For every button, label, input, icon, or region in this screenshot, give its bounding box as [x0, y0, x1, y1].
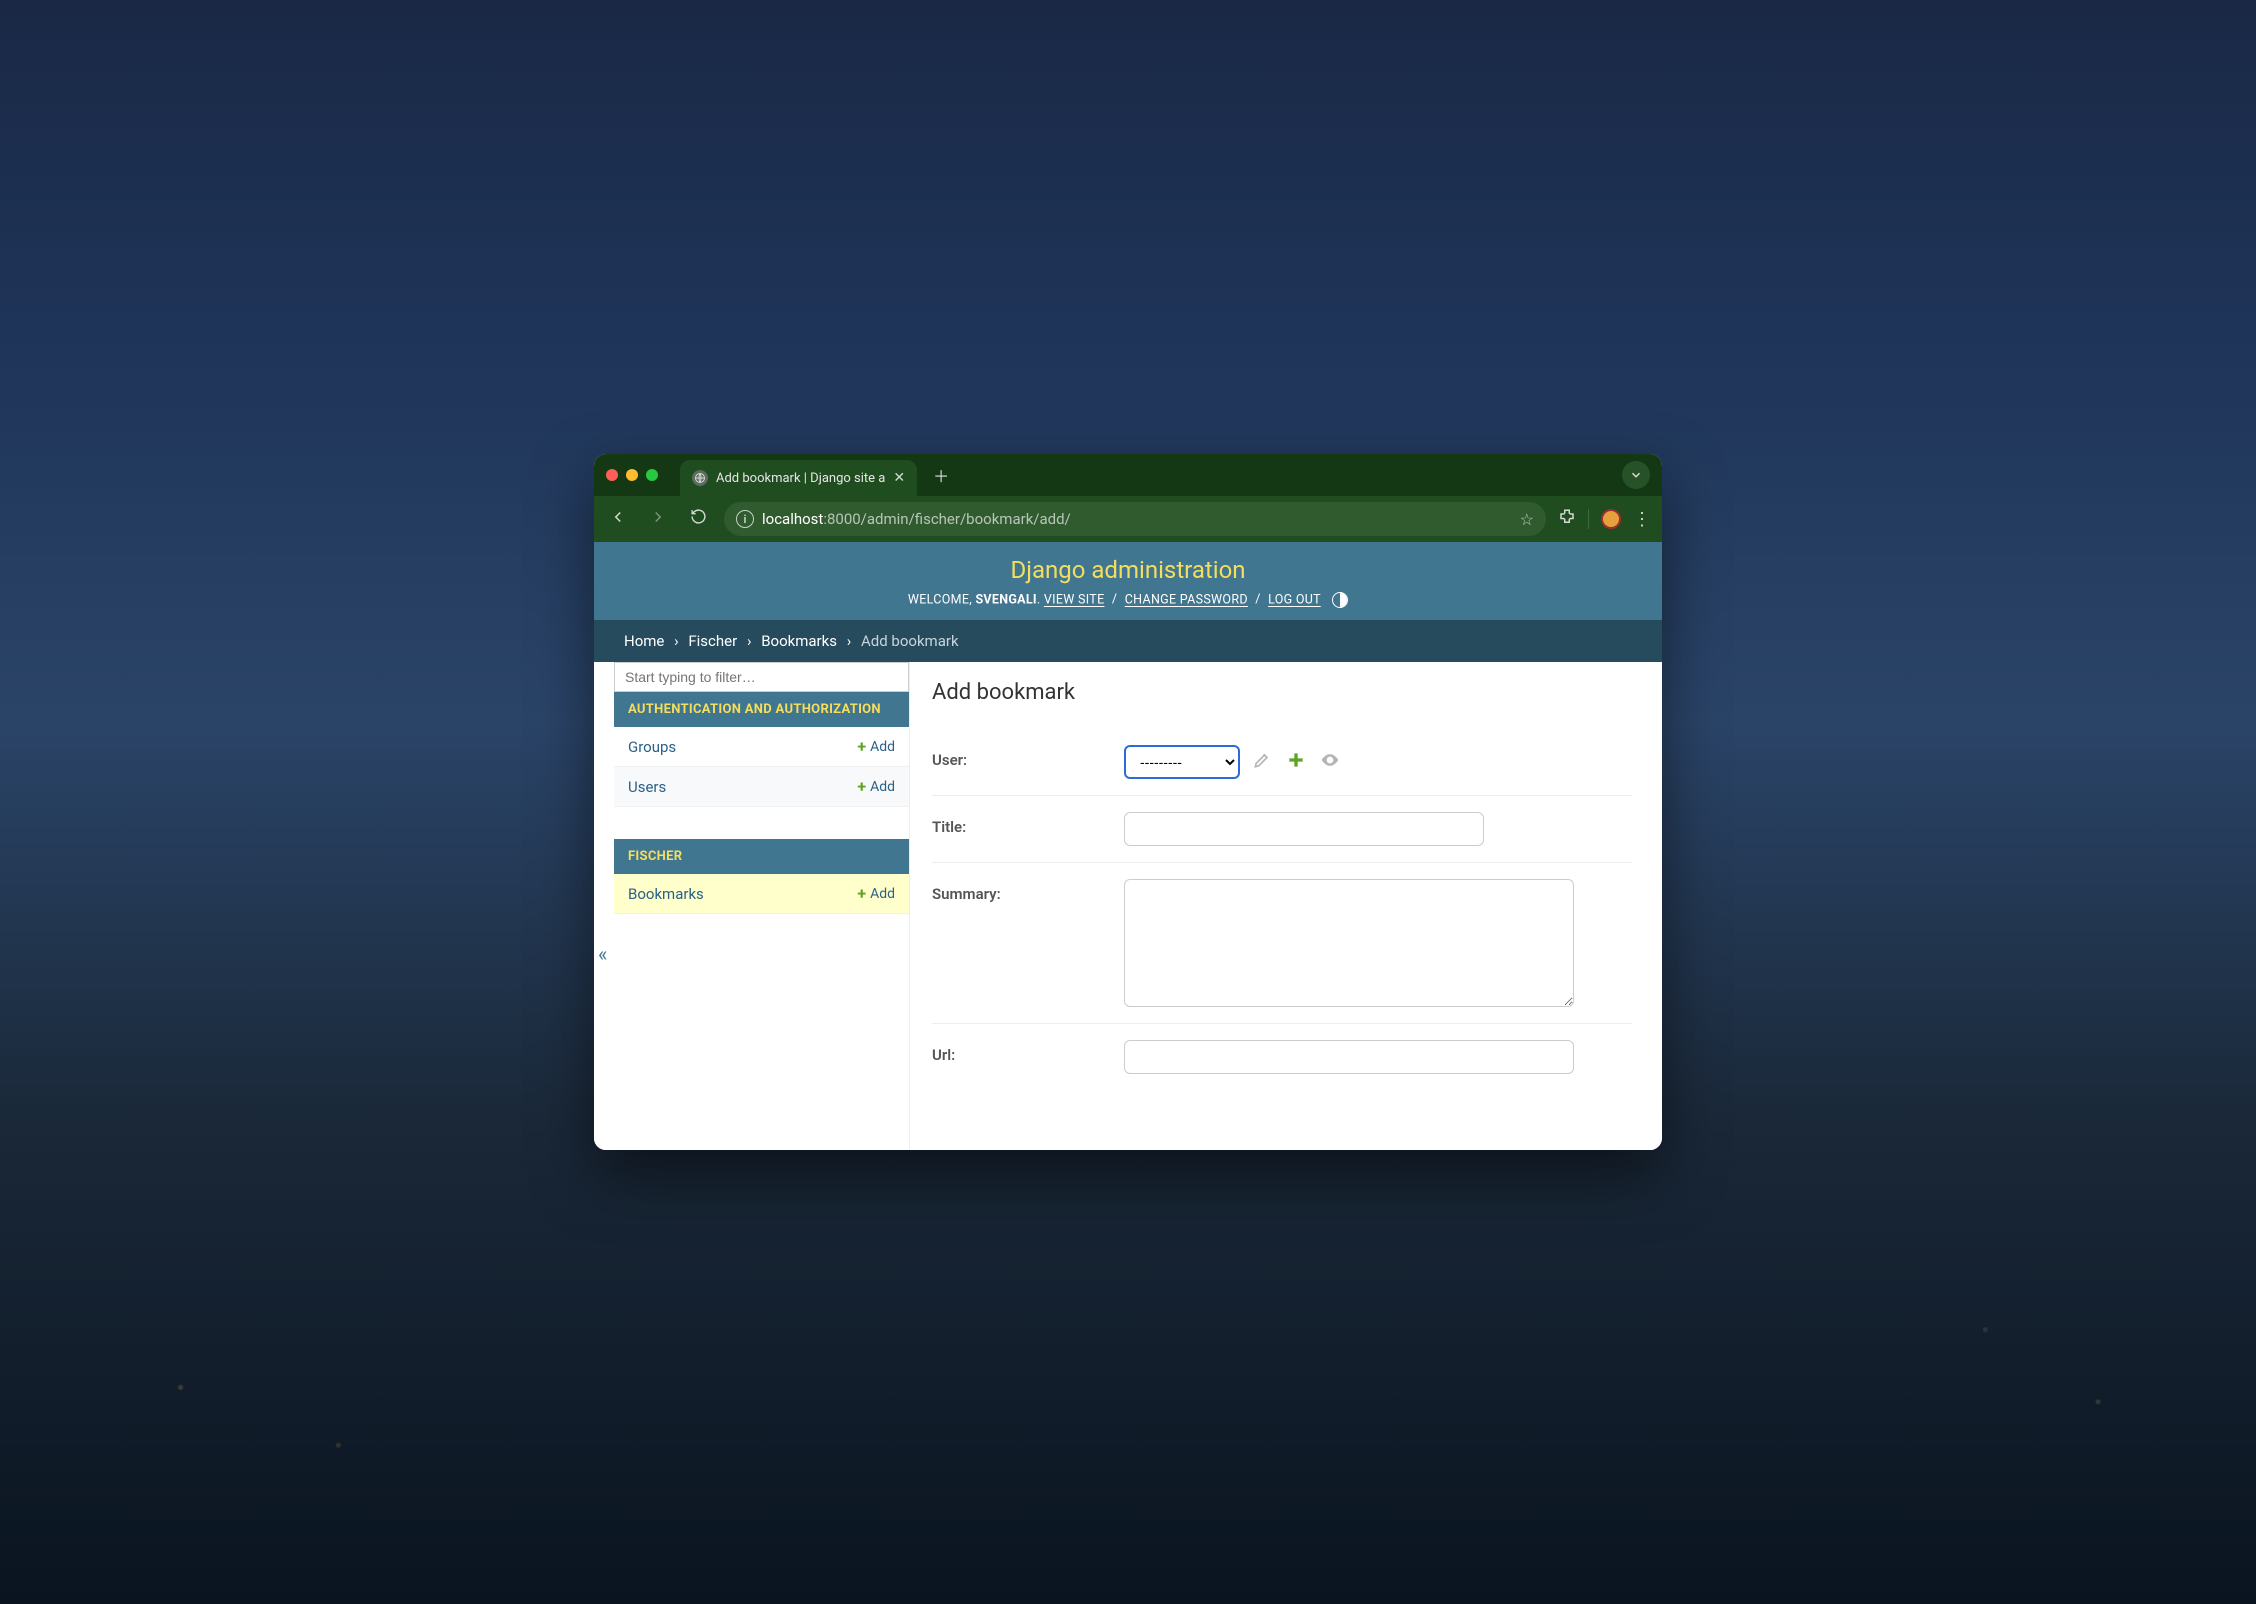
related-widget-tools	[1252, 750, 1340, 774]
users-link[interactable]: Users	[628, 778, 666, 796]
profile-avatar[interactable]	[1601, 509, 1621, 529]
bookmark-star-icon[interactable]: ☆	[1520, 510, 1534, 529]
sidebar-item-users: Users +Add	[614, 767, 909, 807]
minimize-window-button[interactable]	[626, 469, 638, 481]
address-bar[interactable]: i localhost:8000/admin/fischer/bookmark/…	[724, 502, 1546, 536]
window-controls	[606, 469, 658, 481]
view-site-link[interactable]: VIEW SITE	[1044, 592, 1105, 607]
breadcrumb-model[interactable]: Bookmarks	[761, 632, 837, 650]
summary-label: Summary:	[932, 879, 1108, 903]
welcome-text: WELCOME,	[908, 592, 972, 607]
module-caption-fischer: FISCHER	[614, 839, 909, 874]
sidebar-item-groups: Groups +Add	[614, 727, 909, 767]
nav-sidebar: AUTHENTICATION AND AUTHORIZATION Groups …	[594, 662, 910, 1150]
breadcrumb-home[interactable]: Home	[624, 632, 664, 650]
browser-toolbar: i localhost:8000/admin/fischer/bookmark/…	[594, 496, 1662, 542]
main-content: Add bookmark User: ---------	[910, 662, 1662, 1150]
page-title: Add bookmark	[932, 680, 1632, 705]
title-input[interactable]	[1124, 812, 1484, 846]
url-input[interactable]	[1124, 1040, 1574, 1074]
breadcrumb-app[interactable]: Fischer	[688, 632, 737, 650]
collapse-sidebar-button[interactable]: «	[598, 942, 607, 966]
plus-icon: +	[857, 737, 866, 756]
extensions-icon[interactable]	[1558, 508, 1576, 530]
new-tab-button[interactable]: ＋	[933, 463, 949, 487]
menu-button[interactable]: ⋮	[1633, 509, 1652, 530]
url-label: Url:	[932, 1040, 1108, 1064]
plus-icon: +	[857, 884, 866, 903]
field-url: Url:	[932, 1024, 1632, 1090]
admin-header: Django administration WELCOME, SVENGALI.…	[594, 542, 1662, 620]
groups-link[interactable]: Groups	[628, 738, 676, 756]
url-text: localhost:8000/admin/fischer/bookmark/ad…	[762, 510, 1071, 528]
reload-button[interactable]	[684, 508, 712, 530]
field-user: User: ---------	[932, 729, 1632, 796]
breadcrumb: Home › Fischer › Bookmarks › Add bookmar…	[594, 620, 1662, 662]
tab-strip: Add bookmark | Django site a ✕ ＋	[594, 454, 1662, 496]
add-related-icon[interactable]	[1286, 750, 1306, 774]
module-caption-auth: AUTHENTICATION AND AUTHORIZATION	[614, 692, 909, 727]
tab-title: Add bookmark | Django site a	[716, 471, 885, 486]
theme-toggle-icon[interactable]	[1332, 592, 1348, 608]
field-title: Title:	[932, 796, 1632, 863]
branding-title: Django administration	[634, 556, 1622, 584]
change-password-link[interactable]: CHANGE PASSWORD	[1125, 592, 1248, 607]
nav-filter-input[interactable]	[614, 662, 909, 692]
bookmarks-link[interactable]: Bookmarks	[628, 885, 704, 903]
close-window-button[interactable]	[606, 469, 618, 481]
browser-window: Add bookmark | Django site a ✕ ＋ i local…	[594, 454, 1662, 1150]
site-info-icon[interactable]: i	[736, 510, 754, 528]
globe-icon	[692, 470, 708, 486]
title-label: Title:	[932, 812, 1108, 836]
page-content: Django administration WELCOME, SVENGALI.…	[594, 542, 1662, 1150]
view-related-icon[interactable]	[1320, 750, 1340, 774]
maximize-window-button[interactable]	[646, 469, 658, 481]
edit-related-icon[interactable]	[1252, 750, 1272, 774]
toolbar-separator	[1588, 509, 1589, 529]
add-bookmark-link[interactable]: +Add	[857, 884, 895, 903]
username: SVENGALI	[975, 592, 1036, 607]
breadcrumb-current: Add bookmark	[861, 632, 959, 650]
browser-tab[interactable]: Add bookmark | Django site a ✕	[680, 460, 917, 496]
add-user-link[interactable]: +Add	[857, 777, 895, 796]
user-select[interactable]: ---------	[1124, 745, 1240, 779]
field-summary: Summary:	[932, 863, 1632, 1024]
plus-icon: +	[857, 777, 866, 796]
forward-button[interactable]	[644, 508, 672, 531]
close-tab-icon[interactable]: ✕	[893, 470, 905, 486]
tabs-dropdown-button[interactable]	[1622, 461, 1650, 489]
log-out-link[interactable]: LOG OUT	[1268, 592, 1321, 607]
add-group-link[interactable]: +Add	[857, 737, 895, 756]
user-tools: WELCOME, SVENGALI. VIEW SITE / CHANGE PA…	[634, 592, 1622, 608]
admin-body: « AUTHENTICATION AND AUTHORIZATION Group…	[594, 662, 1662, 1150]
summary-textarea[interactable]	[1124, 879, 1574, 1007]
back-button[interactable]	[604, 508, 632, 531]
sidebar-item-bookmarks: Bookmarks +Add	[614, 874, 909, 914]
user-label: User:	[932, 745, 1108, 769]
